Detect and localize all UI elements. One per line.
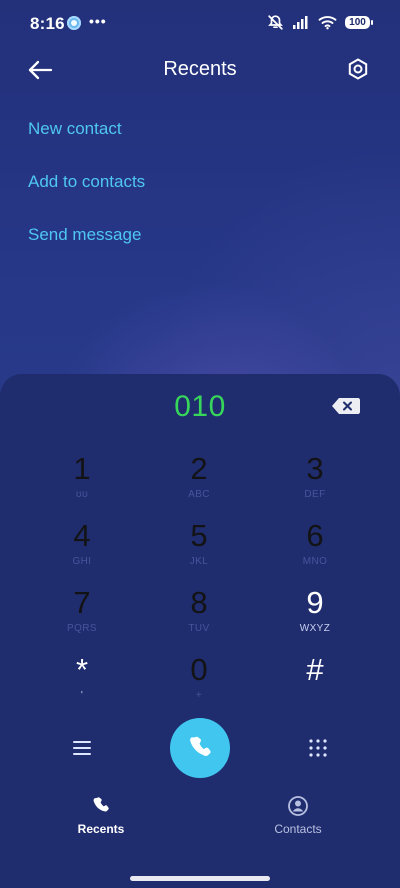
key-0-digit: 0: [190, 652, 208, 687]
key-0-secondary: +: [195, 690, 203, 701]
key-star[interactable]: * ': [34, 653, 130, 711]
settings-button[interactable]: [344, 55, 372, 83]
key-0[interactable]: 0 +: [151, 653, 247, 711]
tab-contacts-label: Contacts: [274, 822, 322, 836]
key-3-digit: 3: [306, 451, 324, 486]
add-to-contacts-link[interactable]: Add to contacts: [28, 171, 145, 193]
dialpad-toggle-button[interactable]: [300, 734, 336, 762]
dialer-actions: [0, 712, 400, 782]
wifi-icon: [318, 16, 337, 30]
key-5-letters: JKL: [189, 556, 209, 567]
tab-contacts[interactable]: Contacts: [238, 795, 358, 847]
key-9[interactable]: 9 WXYZ: [267, 586, 363, 644]
battery-icon: 100: [345, 16, 373, 29]
key-star-symbol: *: [75, 652, 89, 687]
menu-button[interactable]: [64, 734, 100, 762]
system-status-icons: 100: [267, 14, 373, 31]
backspace-icon: [332, 398, 360, 414]
keypad: 1 ʊʊ 2 ABC 3 DEF 4 GHI 5 JKL 6 MNO 7 PQR…: [0, 452, 400, 717]
contact-icon: [288, 796, 308, 816]
key-4-letters: GHI: [72, 556, 92, 567]
key-1[interactable]: 1 ʊʊ: [34, 452, 130, 510]
key-8-digit: 8: [190, 585, 208, 620]
home-indicator[interactable]: [130, 876, 270, 881]
key-2[interactable]: 2 ABC: [151, 452, 247, 510]
key-2-digit: 2: [190, 451, 208, 486]
status-bar: 8:16 ••• 100: [0, 12, 400, 38]
status-time: 8:16: [30, 14, 65, 33]
key-9-digit: 9: [306, 585, 324, 620]
key-2-letters: ABC: [188, 489, 210, 500]
key-6-digit: 6: [306, 518, 324, 553]
tab-recents-label: Recents: [77, 822, 125, 836]
tab-recents[interactable]: Recents: [41, 795, 161, 847]
key-4[interactable]: 4 GHI: [34, 519, 130, 577]
key-8-letters: TUV: [188, 623, 210, 634]
send-message-link[interactable]: Send message: [28, 224, 145, 246]
bottom-navigation: Recents Contacts: [0, 795, 400, 847]
dialpad-panel: 010 1 ʊʊ 2 ABC 3 DEF 4 GHI 5 JKL 6 MNO 7…: [0, 374, 400, 888]
key-7-digit: 7: [73, 585, 91, 620]
contact-actions: New contact Add to contacts Send message: [28, 118, 145, 277]
page-title: Recents: [163, 58, 237, 80]
call-button[interactable]: [170, 718, 230, 778]
muted-notifications-icon: [268, 15, 283, 30]
key-1-letters: ʊʊ: [75, 489, 89, 500]
key-6[interactable]: 6 MNO: [267, 519, 363, 577]
key-3[interactable]: 3 DEF: [267, 452, 363, 510]
menu-icon: [73, 741, 91, 755]
key-hash[interactable]: #: [267, 653, 363, 711]
key-5-digit: 5: [190, 518, 208, 553]
recents-screen: 8:16 ••• 100 Recents New contact Add to …: [0, 0, 400, 888]
key-8[interactable]: 8 TUV: [151, 586, 247, 644]
phone-icon: [190, 736, 211, 756]
key-4-digit: 4: [73, 518, 91, 553]
key-3-letters: DEF: [304, 489, 326, 500]
phone-icon: [93, 797, 109, 812]
key-7-letters: PQRS: [67, 623, 97, 634]
dialpad-icon: [309, 739, 327, 757]
key-6-letters: MNO: [302, 556, 328, 567]
gear-icon: [348, 58, 368, 80]
delete-digit-button[interactable]: [332, 397, 360, 415]
key-9-letters: WXYZ: [299, 623, 331, 634]
key-hash-symbol: #: [306, 652, 324, 687]
key-5[interactable]: 5 JKL: [151, 519, 247, 577]
more-notifications-indicator: •••: [89, 13, 107, 29]
signal-icon: [293, 16, 308, 29]
app-status-icon: [67, 16, 81, 30]
new-contact-link[interactable]: New contact: [28, 118, 145, 140]
key-1-digit: 1: [73, 451, 91, 486]
key-star-secondary: ': [80, 690, 84, 701]
key-7[interactable]: 7 PQRS: [34, 586, 130, 644]
